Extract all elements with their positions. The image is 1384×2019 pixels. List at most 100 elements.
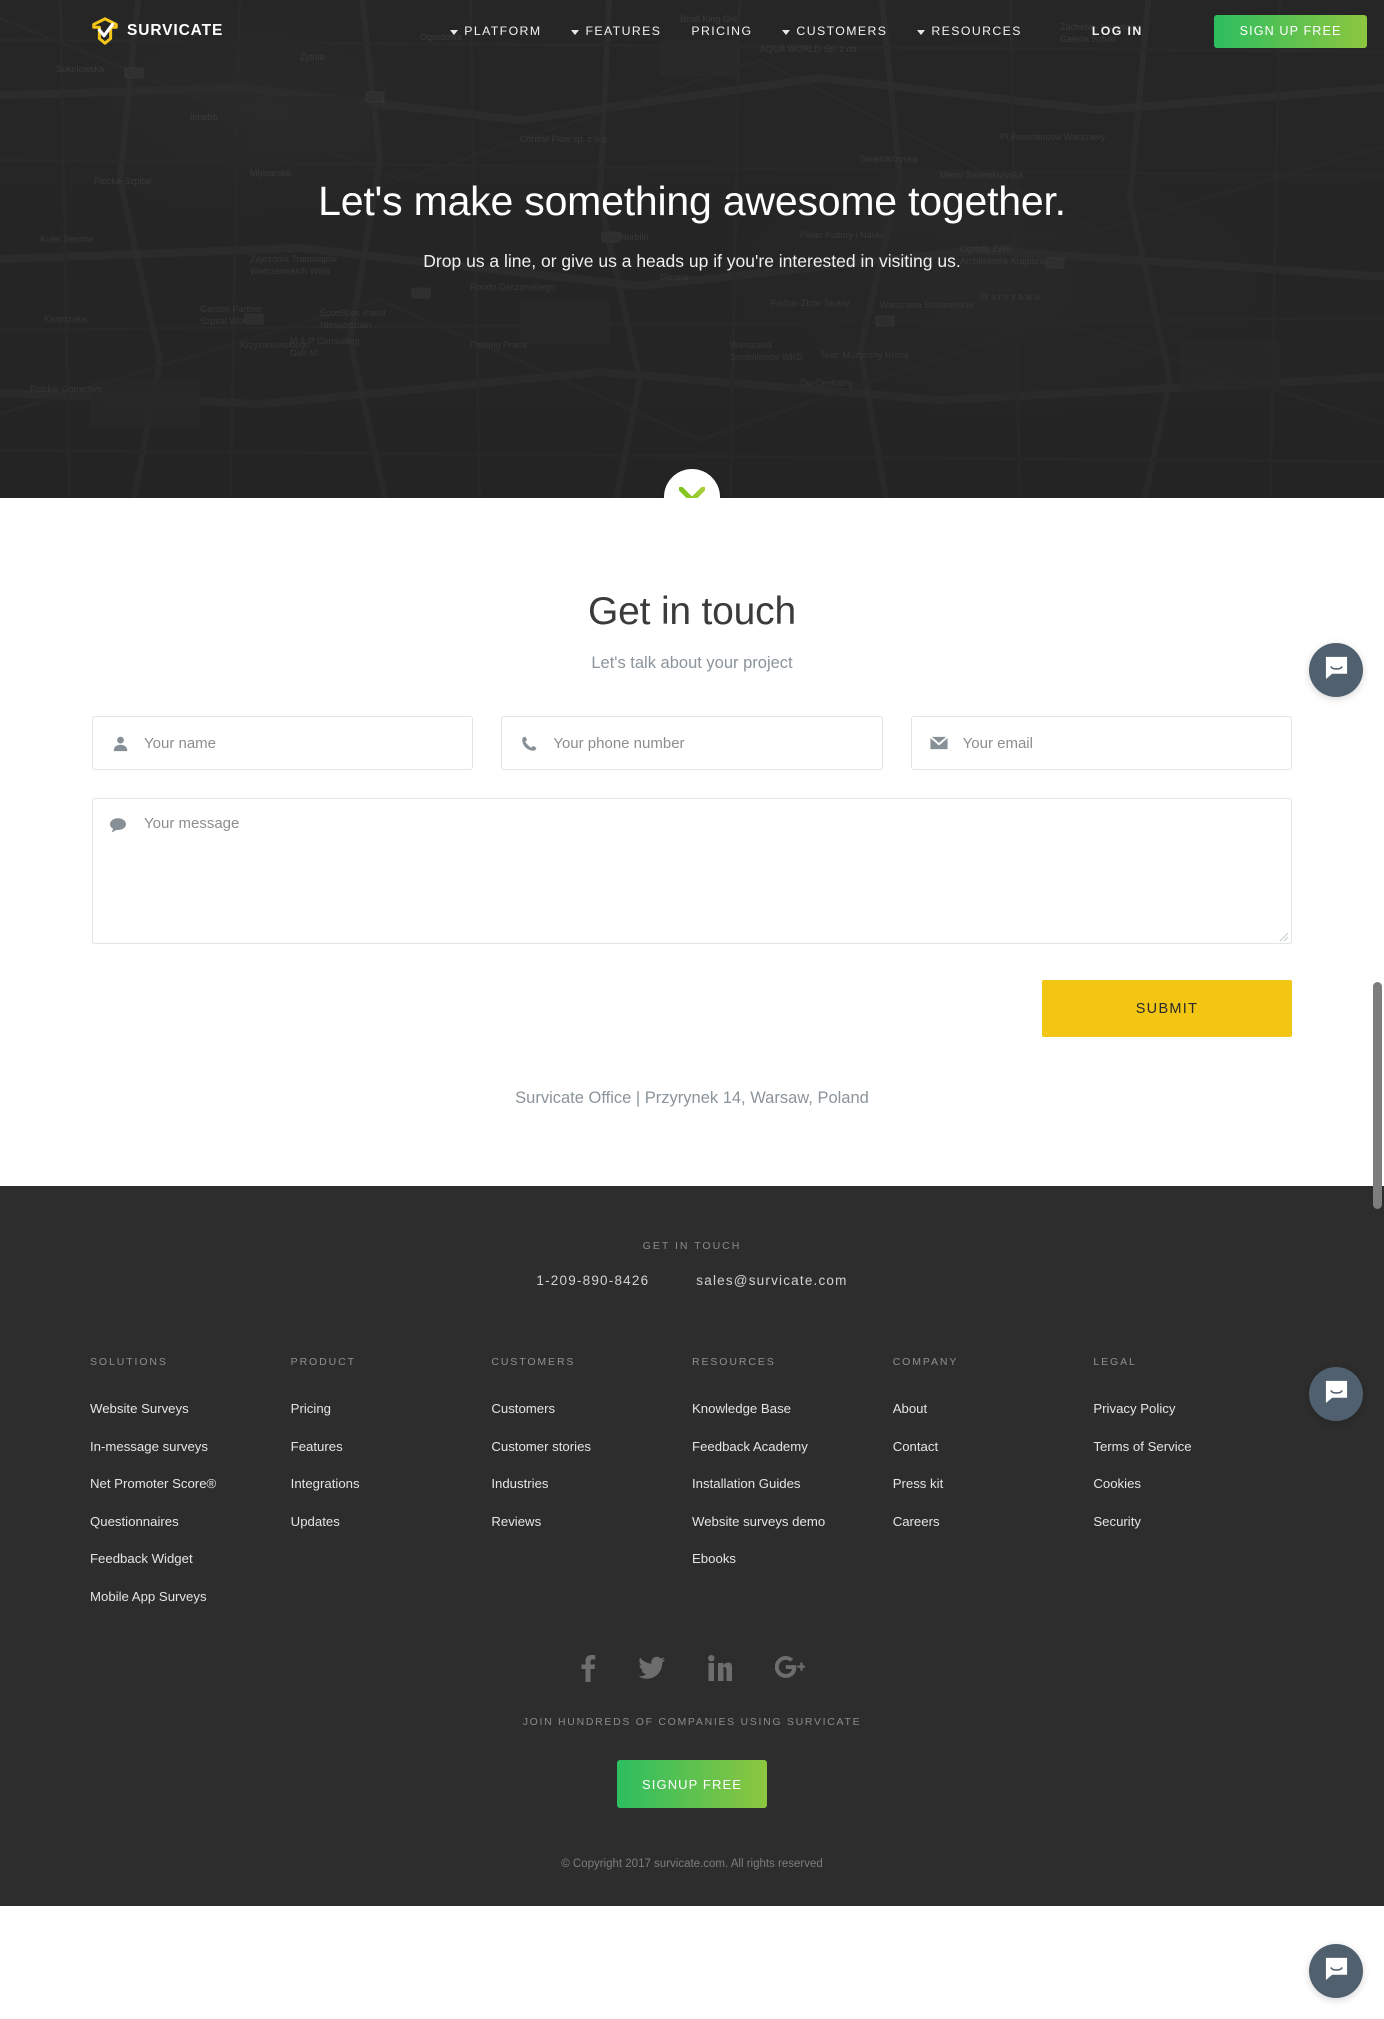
chevron-down-icon — [917, 29, 926, 35]
nav-item-customers[interactable]: CUSTOMERS — [782, 24, 887, 38]
brand-name: SURVICATE — [127, 22, 224, 39]
chevron-down-icon — [571, 29, 580, 35]
chat-bubble-icon — [1324, 655, 1349, 685]
message-field[interactable] — [92, 798, 1292, 944]
footer-link[interactable]: Feedback Widget — [90, 1551, 291, 1566]
name-input[interactable] — [144, 734, 457, 752]
brand-logo-link[interactable]: SURVICATE — [90, 16, 223, 46]
page-title: Get in touch — [588, 590, 796, 633]
signup-free-button[interactable]: SIGN UP FREE — [1213, 14, 1368, 48]
footer-link[interactable]: Features — [291, 1439, 492, 1454]
footer-column-customers: CUSTOMERS Customers Customer stories Ind… — [491, 1356, 692, 1626]
footer-link[interactable]: Net Promoter Score® — [90, 1476, 291, 1491]
survicate-logo-icon — [90, 16, 120, 46]
chevron-down-icon — [450, 29, 459, 35]
facebook-icon[interactable] — [580, 1654, 596, 1687]
nav-item-label: CUSTOMERS — [796, 24, 888, 38]
footer-column-heading: LEGAL — [1093, 1356, 1137, 1368]
resize-handle[interactable] — [1277, 929, 1289, 942]
contact-form: SUBMIT — [92, 716, 1292, 1037]
footer-link[interactable]: Knowledge Base — [692, 1401, 893, 1416]
footer-link[interactable]: Feedback Academy — [692, 1439, 893, 1454]
footer-columns: SOLUTIONS Website Surveys In-message sur… — [0, 1356, 1384, 1626]
envelope-icon — [928, 736, 950, 750]
footer-link[interactable]: Updates — [291, 1514, 492, 1529]
twitter-icon[interactable] — [638, 1654, 665, 1687]
footer-link[interactable]: Privacy Policy — [1093, 1401, 1294, 1416]
name-field[interactable] — [92, 716, 474, 770]
form-row — [92, 716, 1292, 770]
phone-icon — [518, 735, 540, 752]
nav-login-link[interactable]: LOG IN — [1092, 24, 1143, 38]
scrollbar-thumb[interactable] — [1373, 982, 1382, 1209]
nav-item-pricing[interactable]: PRICING — [691, 24, 752, 38]
footer-link[interactable]: Security — [1093, 1514, 1294, 1529]
footer-link[interactable]: Installation Guides — [692, 1476, 893, 1491]
footer-signup-button[interactable]: SIGNUP FREE — [617, 1760, 767, 1808]
nav-item-label: PRICING — [691, 24, 753, 38]
footer-link[interactable]: About — [893, 1401, 1094, 1416]
footer-email-link[interactable]: sales@survicate.com — [696, 1273, 847, 1288]
speech-bubble-icon — [109, 815, 131, 943]
copyright-text: © Copyright 2017 survicate.com. All righ… — [561, 1858, 823, 1870]
footer-contact: 1-209-890-8426 sales@survicate.com — [0, 1273, 1384, 1288]
footer-link[interactable]: Terms of Service — [1093, 1439, 1294, 1454]
footer-link[interactable]: Ebooks — [692, 1551, 893, 1566]
submit-row: SUBMIT — [92, 980, 1292, 1037]
footer-link[interactable]: Contact — [893, 1439, 1094, 1454]
email-input[interactable] — [962, 734, 1275, 752]
footer-link[interactable]: Mobile App Surveys — [90, 1589, 291, 1604]
google-plus-icon[interactable] — [774, 1654, 805, 1687]
chat-bubble-icon — [1324, 1379, 1349, 1409]
footer-link[interactable]: Website surveys demo — [692, 1514, 893, 1529]
page-scrollbar[interactable] — [1369, 0, 1384, 2019]
footer-link[interactable]: Cookies — [1093, 1476, 1294, 1491]
intercom-chat-button[interactable] — [1309, 643, 1363, 697]
footer-column-resources: RESOURCES Knowledge Base Feedback Academ… — [692, 1356, 893, 1626]
footer-link[interactable]: Press kit — [893, 1476, 1094, 1491]
office-address: Survicate Office | Przyrynek 14, Warsaw,… — [515, 1089, 869, 1107]
footer-link[interactable]: Customer stories — [491, 1439, 692, 1454]
nav-item-platform[interactable]: PLATFORM — [450, 24, 541, 38]
site-footer: GET IN TOUCH 1-209-890-8426 sales@survic… — [0, 1186, 1384, 1906]
phone-field[interactable] — [501, 716, 883, 770]
person-icon — [109, 735, 131, 752]
footer-column-company: COMPANY About Contact Press kit Careers — [893, 1356, 1094, 1626]
footer-signup-wrap: SIGNUP FREE — [0, 1760, 1384, 1808]
footer-link[interactable]: Questionnaires — [90, 1514, 291, 1529]
footer-column-product: PRODUCT Pricing Features Integrations Up… — [291, 1356, 492, 1626]
social-links — [0, 1654, 1384, 1687]
footer-column-heading: CUSTOMERS — [491, 1356, 576, 1368]
nav-item-label: PLATFORM — [464, 24, 542, 38]
footer-get-in-touch-label: GET IN TOUCH — [642, 1240, 742, 1252]
email-field[interactable] — [910, 716, 1292, 770]
nav-item-label: RESOURCES — [931, 24, 1022, 38]
footer-column-heading: RESOURCES — [692, 1356, 776, 1368]
phone-input[interactable] — [553, 734, 866, 752]
footer-link[interactable]: Website Surveys — [90, 1401, 291, 1416]
chevron-down-icon — [677, 484, 707, 498]
nav-item-resources[interactable]: RESOURCES — [917, 24, 1022, 38]
footer-link[interactable]: Pricing — [291, 1401, 492, 1416]
footer-link[interactable]: Integrations — [291, 1476, 492, 1491]
nav-item-features[interactable]: FEATURES — [571, 24, 661, 38]
hero-section: Sokolowska Innebo Zytnia Ogrodowa Broill… — [0, 0, 1384, 498]
contact-section: Get in touch Let's talk about your proje… — [0, 498, 1384, 1186]
footer-link[interactable]: Reviews — [491, 1514, 692, 1529]
footer-phone-link[interactable]: 1-209-890-8426 — [536, 1273, 649, 1288]
submit-button[interactable]: SUBMIT — [1042, 980, 1292, 1037]
footer-link[interactable]: Industries — [491, 1476, 692, 1491]
chevron-down-icon — [782, 29, 791, 35]
join-companies-text: JOIN HUNDREDS OF COMPANIES USING SURVICA… — [522, 1716, 862, 1728]
footer-link[interactable]: Customers — [491, 1401, 692, 1416]
intercom-chat-button[interactable] — [1309, 1367, 1363, 1421]
linkedin-icon[interactable] — [707, 1654, 732, 1687]
message-input[interactable] — [144, 815, 1275, 933]
footer-link[interactable]: Careers — [893, 1514, 1094, 1529]
footer-link[interactable]: In-message surveys — [90, 1439, 291, 1454]
section-subtitle: Let's talk about your project — [591, 654, 793, 672]
chat-bubble-icon — [1324, 1956, 1349, 1986]
footer-column-heading: COMPANY — [892, 1356, 959, 1368]
intercom-chat-button[interactable] — [1309, 1944, 1363, 1998]
footer-column-heading: PRODUCT — [290, 1356, 356, 1368]
